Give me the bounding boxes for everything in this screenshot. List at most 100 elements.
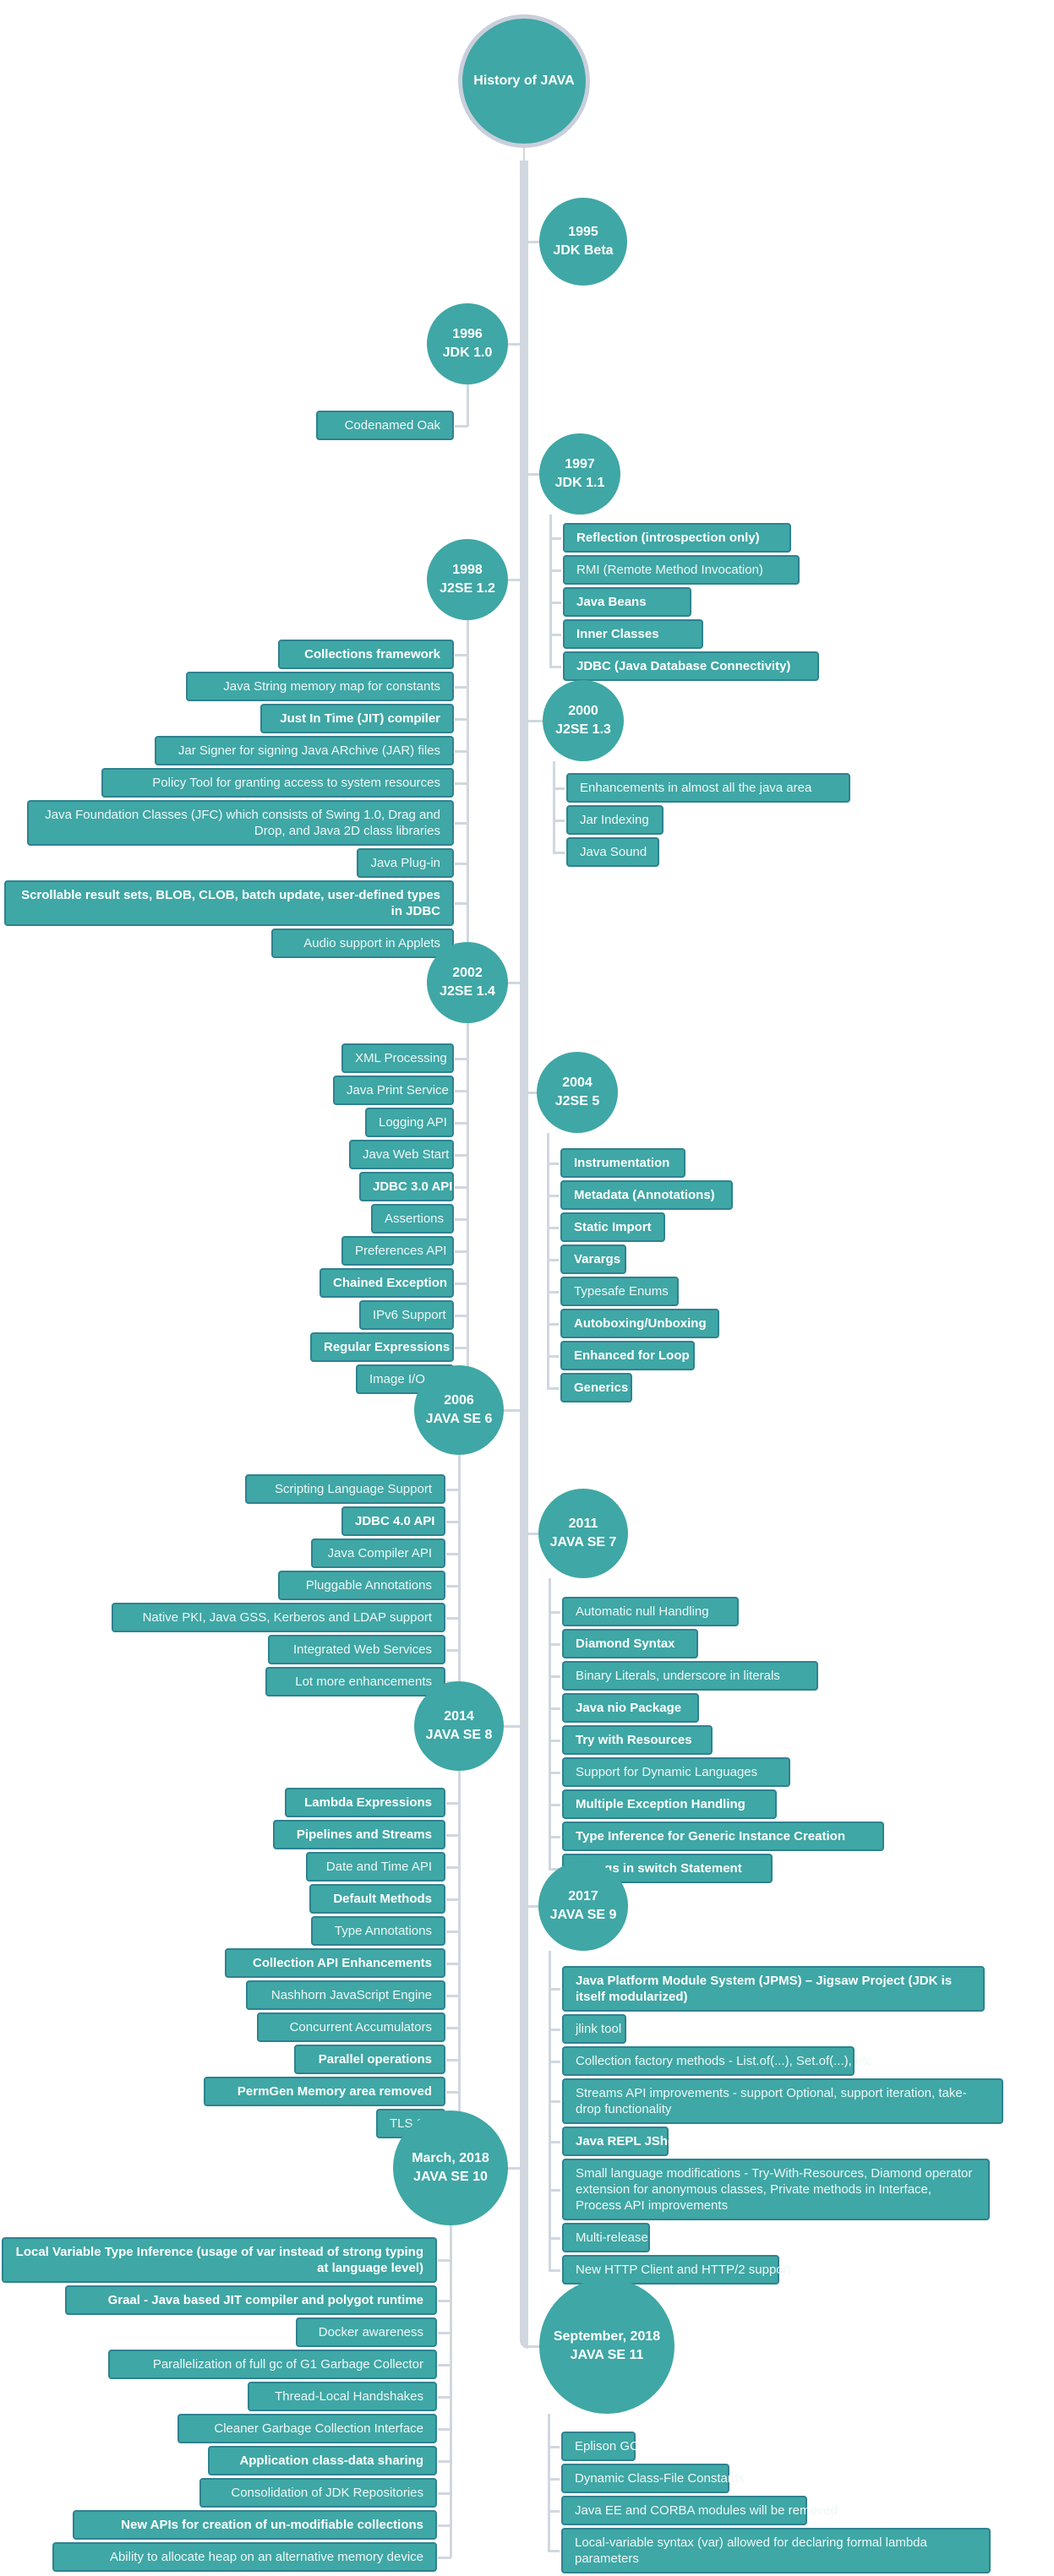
feature-item[interactable]: Thread-Local Handshakes — [248, 2382, 437, 2411]
feature-item[interactable]: Type Inference for Generic Instance Crea… — [562, 1822, 884, 1851]
feature-item[interactable]: Scripting Language Support — [245, 1474, 445, 1504]
feature-item[interactable]: Streams API improvements - support Optio… — [562, 2078, 1003, 2124]
release-node-j2se-1-3[interactable]: 2000 J2SE 1.3 — [543, 680, 624, 761]
feature-item[interactable]: Multi-release — [562, 2223, 650, 2252]
feature-item[interactable]: Preferences API — [341, 1236, 454, 1266]
feature-item[interactable]: Local-variable syntax (var) allowed for … — [561, 2528, 991, 2573]
feature-item[interactable]: Java REPL JShell — [562, 2127, 682, 2156]
feature-item[interactable]: Integrated Web Services — [268, 1635, 445, 1664]
feature-item[interactable]: Static Import — [560, 1212, 665, 1242]
feature-item[interactable]: Java Platform Module System (JPMS) – Jig… — [562, 1966, 985, 2012]
feature-item[interactable]: Try with Resources — [562, 1725, 713, 1755]
feature-item[interactable]: Diamond Syntax — [562, 1629, 698, 1658]
feature-item[interactable]: JDBC (Java Database Connectivity) — [563, 651, 819, 681]
feature-item[interactable]: Ability to allocate heap on an alternati… — [52, 2542, 437, 2572]
feature-item[interactable]: Codenamed Oak — [316, 411, 454, 440]
feature-item[interactable]: Pluggable Annotations — [278, 1571, 445, 1600]
feature-item[interactable]: Jar Indexing — [566, 805, 664, 835]
release-node-java-se-6[interactable]: 2006 JAVA SE 6 — [414, 1365, 504, 1455]
feature-item[interactable]: Metadata (Annotations) — [560, 1180, 733, 1210]
release-node-java-se-10[interactable]: March, 2018 JAVA SE 10 — [393, 2110, 508, 2225]
feature-item[interactable]: Multiple Exception Handling — [562, 1789, 777, 1819]
feature-tick — [446, 1520, 458, 1523]
feature-branch-line — [458, 1455, 461, 1684]
release-version: J2SE 5 — [554, 1094, 600, 1108]
feature-item[interactable]: Java nio Package — [562, 1693, 699, 1723]
feature-item[interactable]: Parallel operations — [294, 2045, 445, 2074]
feature-item[interactable]: Collection API Enhancements — [225, 1948, 445, 1978]
feature-item[interactable]: Instrumentation — [560, 1148, 685, 1178]
feature-item[interactable]: Lambda Expressions — [285, 1788, 445, 1817]
feature-item[interactable]: Lot more enhancements — [265, 1667, 445, 1696]
feature-item[interactable]: Just In Time (JIT) compiler — [260, 704, 454, 733]
feature-item[interactable]: Scrollable result sets, BLOB, CLOB, batc… — [4, 880, 454, 926]
feature-item[interactable]: Chained Exception — [319, 1268, 454, 1298]
feature-item[interactable]: JDBC 3.0 API — [359, 1172, 454, 1201]
feature-item[interactable]: Small language modifications - Try-With-… — [562, 2159, 990, 2220]
feature-item[interactable]: Application class-data sharing — [208, 2446, 437, 2475]
release-node-java-se-11[interactable]: September, 2018 JAVA SE 11 — [539, 2279, 674, 2414]
feature-item[interactable]: Java EE and CORBA modules will be remove… — [561, 2496, 838, 2525]
feature-item[interactable]: Enhancements in almost all the java area — [566, 773, 850, 803]
feature-item[interactable]: Java Sound — [566, 837, 659, 867]
feature-item[interactable]: Native PKI, Java GSS, Kerberos and LDAP … — [112, 1603, 445, 1632]
feature-item[interactable]: Assertions — [371, 1204, 454, 1234]
feature-item[interactable]: Generics — [560, 1373, 632, 1402]
feature-item[interactable]: Varargs — [560, 1244, 626, 1274]
feature-item[interactable]: Automatic null Handling — [562, 1597, 739, 1626]
feature-item[interactable]: IPv6 Support — [359, 1300, 454, 1330]
feature-item[interactable]: Audio support in Applets — [271, 929, 454, 958]
feature-item[interactable]: Graal - Java based JIT compiler and poly… — [65, 2285, 437, 2315]
release-node-java-se-7[interactable]: 2011 JAVA SE 7 — [538, 1489, 628, 1578]
feature-item[interactable]: Concurrent Accumulators — [257, 2012, 445, 2042]
feature-item[interactable]: Date and Time API — [306, 1852, 445, 1882]
feature-item[interactable]: Java Beans — [563, 587, 691, 617]
feature-item[interactable]: JDBC 4.0 API — [341, 1506, 445, 1536]
feature-item[interactable]: Local Variable Type Inference (usage of … — [2, 2237, 437, 2283]
root-node[interactable]: History of JAVA — [458, 14, 590, 148]
feature-item[interactable]: Enhanced for Loop — [560, 1341, 695, 1370]
release-node-java-se-9[interactable]: 2017 JAVA SE 9 — [538, 1861, 628, 1951]
feature-item[interactable]: Binary Literals, underscore in literals — [562, 1661, 818, 1691]
feature-item[interactable]: Java Print Service — [333, 1076, 454, 1105]
feature-item[interactable]: New APIs for creation of un-modifiable c… — [73, 2510, 437, 2540]
feature-item[interactable]: PermGen Memory area removed — [204, 2077, 445, 2106]
feature-item[interactable]: Eplison GC — [561, 2432, 639, 2461]
release-node-j2se-1-2[interactable]: 1998 J2SE 1.2 — [427, 539, 508, 620]
release-node-java-se-8[interactable]: 2014 JAVA SE 8 — [414, 1681, 504, 1771]
feature-item[interactable]: RMI (Remote Method Invocation) — [563, 555, 800, 585]
feature-item[interactable]: Java Compiler API — [311, 1539, 445, 1568]
feature-item[interactable]: Regular Expressions — [310, 1332, 454, 1362]
feature-item[interactable]: Cleaner Garbage Collection Interface — [177, 2414, 437, 2443]
release-node-j2se-5[interactable]: 2004 J2SE 5 — [537, 1052, 618, 1133]
release-node-j2se-1-4[interactable]: 2002 J2SE 1.4 — [427, 942, 508, 1023]
feature-item[interactable]: Parallelization of full gc of G1 Garbage… — [108, 2350, 437, 2379]
feature-item[interactable]: Collections framework — [278, 640, 454, 669]
feature-item[interactable]: Java String memory map for constants — [186, 672, 454, 701]
release-node-jdk-1-1[interactable]: 1997 JDK 1.1 — [539, 433, 620, 515]
feature-item[interactable]: Docker awareness — [296, 2317, 437, 2347]
feature-item[interactable]: Type Annotations — [311, 1916, 445, 1946]
feature-item[interactable]: Support for Dynamic Languages — [562, 1757, 790, 1787]
feature-item[interactable]: Java Web Start — [349, 1140, 454, 1169]
feature-item[interactable]: Java Plug-in — [357, 848, 454, 878]
feature-item[interactable]: Typesafe Enums — [560, 1277, 679, 1306]
feature-item[interactable]: Java Foundation Classes (JFC) which cons… — [27, 800, 454, 846]
feature-item[interactable]: Consolidation of JDK Repositories — [199, 2478, 437, 2508]
feature-item[interactable]: Jar Signer for signing Java ARchive (JAR… — [155, 736, 454, 765]
feature-item[interactable]: Reflection (introspection only) — [563, 523, 791, 553]
release-connector — [524, 720, 544, 722]
release-node-jdk-1-0[interactable]: 1996 JDK 1.0 — [427, 303, 508, 384]
feature-item[interactable]: Dynamic Class-File Constants — [561, 2464, 745, 2493]
feature-item[interactable]: Default Methods — [309, 1884, 445, 1914]
release-node-jdk-beta[interactable]: 1995 JDK Beta — [539, 198, 627, 286]
feature-item[interactable]: Nashhorn JavaScript Engine — [246, 1980, 445, 2010]
feature-item[interactable]: Collection factory methods - List.of(...… — [562, 2046, 872, 2076]
feature-item[interactable]: Policy Tool for granting access to syste… — [101, 768, 454, 798]
feature-item[interactable]: Logging API — [365, 1108, 454, 1137]
feature-item[interactable]: Inner Classes — [563, 619, 703, 649]
feature-item[interactable]: Autoboxing/Unboxing — [560, 1309, 719, 1338]
feature-item[interactable]: Pipelines and Streams — [273, 1820, 445, 1849]
feature-item[interactable]: XML Processing — [341, 1043, 454, 1073]
feature-item[interactable]: jlink tool — [562, 2014, 626, 2044]
